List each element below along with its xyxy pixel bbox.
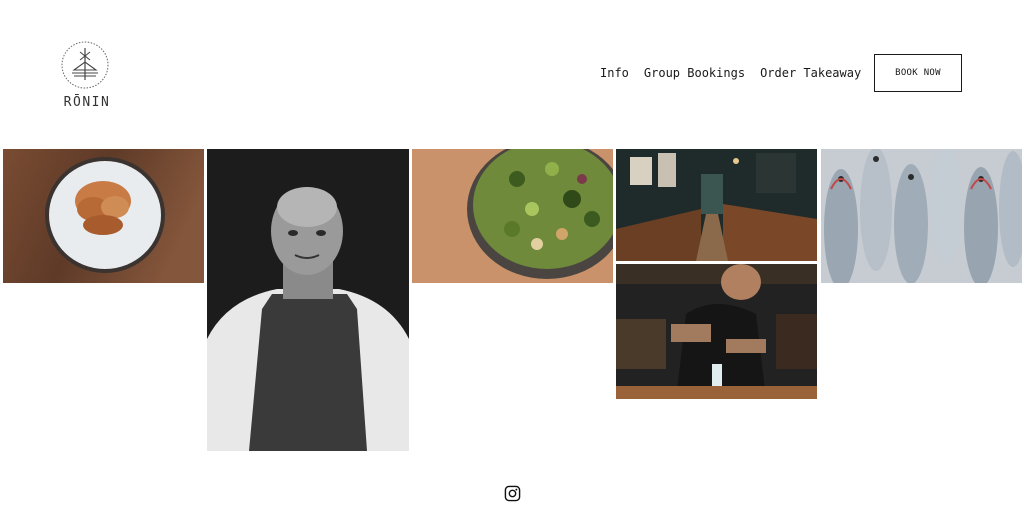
book-now-button[interactable]: BOOK NOW [874,54,962,92]
interior-image [616,149,817,261]
fish-market-photo[interactable] [821,149,1022,283]
brand-logo[interactable]: RŌNIN [60,40,112,110]
fish-image [821,149,1022,283]
chef-portrait-photo[interactable] [207,149,409,451]
dish-image [3,149,204,283]
bartender-image [616,264,817,399]
chef-image [207,149,409,451]
instagram-icon[interactable] [504,485,521,502]
brand-name: RŌNIN [63,95,111,110]
nav-info-link[interactable]: Info [600,66,629,80]
restaurant-interior-photo[interactable] [616,149,817,261]
ronin-emblem-icon [61,41,109,89]
salad-bowl-photo[interactable] [412,149,613,283]
salad-image [412,149,613,283]
bartender-photo[interactable] [616,264,817,399]
main-nav: Info Group Bookings Order Takeaway [600,66,861,80]
nav-group-bookings-link[interactable]: Group Bookings [644,66,745,80]
nav-order-takeaway-link[interactable]: Order Takeaway [760,66,861,80]
dish-on-ice-photo[interactable] [3,149,204,283]
